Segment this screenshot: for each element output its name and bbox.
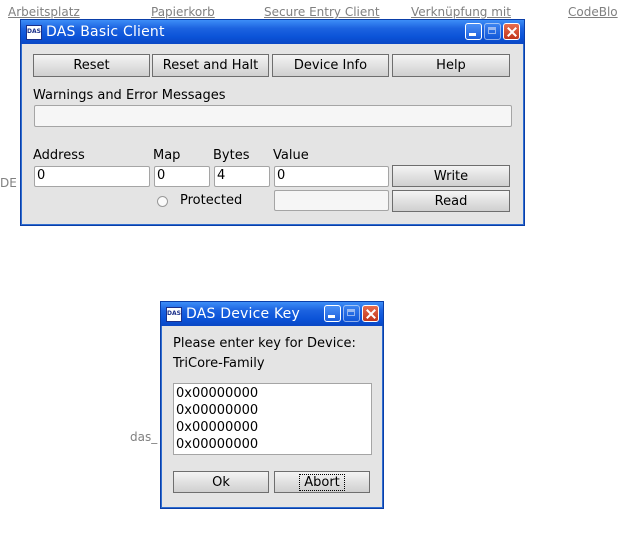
read-button[interactable]: Read [392,190,510,212]
reset-button[interactable]: Reset [33,54,150,77]
maximize-icon [484,23,501,40]
desktop-icon-label[interactable]: CodeBlo [568,5,618,19]
address-input[interactable]: 0 [34,166,150,187]
address-label: Address [33,148,85,163]
write-label: Write [433,168,469,184]
map-input[interactable]: 0 [154,166,210,187]
abort-button[interactable]: Abort [274,471,370,493]
value-input[interactable]: 0 [274,166,389,187]
app-icon: DAS [166,306,182,322]
close-icon[interactable] [362,305,379,322]
key-prompt: Please enter key for Device: [173,336,356,351]
read-value-output [274,190,389,211]
key-entry[interactable]: 0x00000000 [176,436,369,453]
device-info-label: Device Info [293,58,368,73]
reset-and-halt-button[interactable]: Reset and Halt [152,54,269,77]
warnings-output [34,105,512,127]
title-bar[interactable]: DAS DAS Basic Client [21,20,524,44]
reset-button-label: Reset [73,58,110,73]
key-entry[interactable]: 0x00000000 [176,402,369,419]
help-label: Help [436,58,466,73]
help-button[interactable]: Help [392,54,510,77]
warnings-label: Warnings and Error Messages [33,88,226,103]
window-title: DAS Basic Client [46,24,165,40]
maximize-icon [343,305,360,322]
key-entry[interactable]: 0x00000000 [176,385,369,402]
das-basic-client-window: DAS DAS Basic Client Reset Reset and Hal… [20,19,525,226]
title-bar[interactable]: DAS DAS Device Key [161,302,383,326]
key-list[interactable]: 0x00000000 0x00000000 0x00000000 0x00000… [173,383,372,455]
write-button[interactable]: Write [392,165,510,187]
map-label: Map [153,148,181,163]
read-label: Read [434,193,468,209]
desktop-icon-label[interactable]: DE [0,176,17,190]
minimize-icon[interactable] [465,23,482,40]
desktop-icon-label[interactable]: Arbeitsplatz [8,5,80,19]
device-info-button[interactable]: Device Info [272,54,389,77]
bytes-input[interactable]: 4 [214,166,270,187]
bytes-label: Bytes [213,148,250,163]
close-icon[interactable] [503,23,520,40]
dialog-title: DAS Device Key [186,306,300,322]
ok-button[interactable]: Ok [173,471,269,493]
protected-checkbox[interactable] [157,196,168,207]
reset-and-halt-label: Reset and Halt [162,58,259,73]
protected-label: Protected [180,193,243,208]
key-entry[interactable]: 0x00000000 [176,419,369,436]
value-label: Value [273,148,309,163]
ok-label: Ok [212,474,230,490]
desktop-icon-label[interactable]: Secure Entry Client [264,5,380,19]
minimize-icon[interactable] [324,305,341,322]
app-icon: DAS [26,24,42,40]
device-name: TriCore-Family [173,356,265,371]
abort-label: Abort [299,473,345,491]
desktop-icon-label[interactable]: Verknüpfung mit [411,5,511,19]
desktop-icon-label[interactable]: Papierkorb [151,5,215,19]
das-device-key-dialog: DAS DAS Device Key Please enter key for … [160,301,384,509]
desktop-icon-label[interactable]: das_ [130,430,157,444]
